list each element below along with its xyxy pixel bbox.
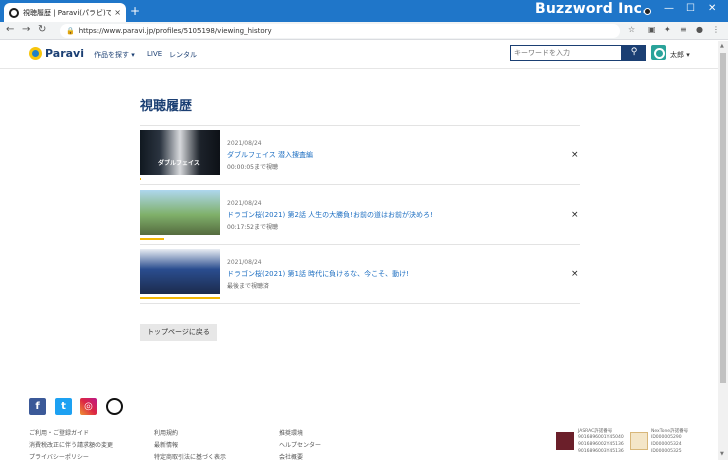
nav-rental[interactable]: レンタル [169,50,197,60]
url-text: https://www.paravi.jp/profiles/5105198/v… [78,27,272,35]
nextone-number: ID000005325 [651,449,682,454]
jasrac-label: JASRAC許諾番号 [578,429,613,434]
footer-link[interactable]: 推奨環境 [279,428,303,437]
back-to-top-button[interactable]: トップページに戻る [140,324,217,341]
browser-toolbar: ← → ↻ 🔒 https://www.paravi.jp/profiles/5… [0,22,728,40]
jasrac-number: 9016896001Y45040 [578,435,624,440]
site-header: Paravi 作品を探す ▾ LIVE レンタル ⚲ 太郎 ▾ [0,41,718,69]
footer-link[interactable]: 会社概要 [279,452,303,460]
page-title: 視聴履歴 [140,99,193,114]
jasrac-number: 9016896003Y45136 [578,449,624,454]
new-tab-button[interactable]: + [130,4,140,18]
maximize-icon[interactable]: ☐ [686,3,695,14]
page-scrollbar[interactable]: ▲ ▼ [718,41,728,460]
watch-status: 最後まで視聴済 [227,283,270,290]
footer-link[interactable]: 消費税改正に伴う請求額の変更 [29,440,113,449]
search-button[interactable]: ⚲ [622,45,646,61]
watch-date: 2021/08/24 [227,140,262,147]
scroll-down-icon[interactable]: ▼ [720,451,724,457]
watch-date: 2021/08/24 [227,200,262,207]
watch-status: 00:17:52まで視聴 [227,224,278,231]
brand-watermark: Buzzword Inc. [535,1,648,17]
footer-link[interactable]: プライバシーポリシー [29,452,89,460]
menu-kebab-icon[interactable]: ⋮ [712,25,720,34]
reading-list-icon[interactable]: ≡ [680,25,687,34]
paravi-favicon-icon [9,7,19,18]
back-arrow-icon[interactable]: ← [6,24,14,35]
logo-text: Paravi [45,47,84,60]
history-item[interactable]: 2021/08/24 ドラゴン桜(2021) 第2話 人生の大勝負!お前の道はお… [140,186,580,244]
watch-status: 00:00:05まで視聴 [227,164,278,171]
tab-close-icon[interactable]: × [114,8,121,17]
search-icon: ⚲ [630,47,638,57]
avatar[interactable] [651,45,666,60]
jasrac-number: 9016896002Y45136 [578,442,624,447]
footer-link[interactable]: ご利用・ご登録ガイド [29,428,89,437]
watch-progress-bar [140,297,220,299]
scroll-thumb[interactable] [720,53,726,383]
watch-progress-bar [140,238,164,240]
browser-titlebar: 視聴履歴 | Paravi(パラビ)で見る × + Buzzword Inc. … [0,0,728,22]
forward-arrow-icon[interactable]: → [22,24,30,35]
instagram-icon[interactable]: ◎ [80,398,97,415]
thumbnail-image[interactable] [140,190,220,235]
thumbnail-caption: ダブルフェイス [158,160,200,167]
paravi-app-icon[interactable] [106,398,123,415]
tab-title: 視聴履歴 | Paravi(パラビ)で見る [23,8,112,17]
puzzle-icon[interactable]: ✦ [664,25,671,34]
thumbnail-image[interactable] [140,249,220,294]
address-bar[interactable]: 🔒 https://www.paravi.jp/profiles/5105198… [60,24,620,38]
jasrac-logo [556,432,574,450]
browser-tab[interactable]: 視聴履歴 | Paravi(パラビ)で見る × [4,3,126,22]
nav-live[interactable]: LIVE [147,50,162,58]
watch-date: 2021/08/24 [227,259,262,266]
footer-link[interactable]: ヘルプセンター [279,440,321,449]
footer-link[interactable]: 特定商取引法に基づく表示 [154,452,226,460]
lock-icon: 🔒 [66,27,75,35]
window-close-icon[interactable]: ✕ [708,3,716,14]
nextone-number: ID000005290 [651,435,682,440]
twitter-icon[interactable]: t [55,398,72,415]
divider [140,184,580,185]
remove-item-icon[interactable]: × [571,269,579,279]
search-input[interactable] [510,45,622,61]
thumbnail-image[interactable]: ダブルフェイス [140,130,220,175]
nextone-logo [630,432,648,450]
star-icon[interactable]: ☆ [628,25,635,34]
episode-title-link[interactable]: ドラゴン桜(2021) 第1話 時代に負けるな、今こそ、動け! [227,269,409,279]
reload-icon[interactable]: ↻ [38,24,46,35]
episode-title-link[interactable]: ダブルフェイス 潜入捜査編 [227,150,313,160]
account-icon[interactable]: ● [696,25,703,34]
paravi-logo-icon [29,47,42,60]
scroll-up-icon[interactable]: ▲ [720,43,724,49]
profile-dot-icon [644,8,651,15]
minimize-icon[interactable]: — [664,3,674,14]
remove-item-icon[interactable]: × [571,210,579,220]
remove-item-icon[interactable]: × [571,150,579,160]
nextone-label: NexTone許諾番号 [651,429,689,434]
paravi-logo[interactable]: Paravi [29,47,84,60]
footer-link[interactable]: 利用規約 [154,428,178,437]
footer-link[interactable]: 最新情報 [154,440,178,449]
nextone-number: ID000005324 [651,442,682,447]
episode-title-link[interactable]: ドラゴン桜(2021) 第2話 人生の大勝負!お前の道はお前が決めろ! [227,210,433,220]
divider [140,303,580,304]
watch-progress-bar [140,178,141,180]
facebook-icon[interactable]: f [29,398,46,415]
history-item[interactable]: ダブルフェイス 2021/08/24 ダブルフェイス 潜入捜査編 00:00:0… [140,126,580,184]
extension-icon[interactable]: ▣ [648,25,656,34]
history-item[interactable]: 2021/08/24 ドラゴン桜(2021) 第1話 時代に負けるな、今こそ、動… [140,245,580,303]
nav-browse-works[interactable]: 作品を探す ▾ [94,50,135,60]
user-menu[interactable]: 太郎 ▾ [670,50,690,60]
